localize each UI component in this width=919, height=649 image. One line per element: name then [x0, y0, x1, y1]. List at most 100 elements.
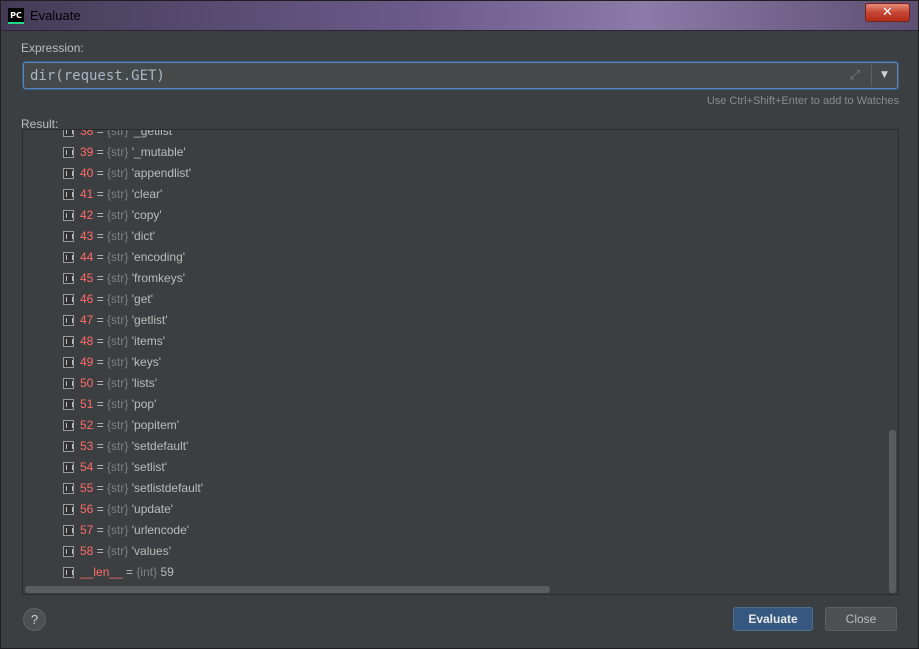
list-item-icon: [63, 357, 74, 368]
list-item-icon: [63, 210, 74, 221]
row-value: 'fromkeys': [131, 271, 186, 285]
title-bar[interactable]: PC Evaluate ✕: [1, 1, 918, 31]
row-type: {str}: [107, 376, 129, 390]
row-type: {str}: [107, 292, 129, 306]
row-type: {str}: [107, 313, 129, 327]
row-key: 45: [80, 271, 94, 285]
result-row-text: 54 = {str} 'setlist': [80, 460, 168, 474]
list-item-icon: [63, 315, 74, 326]
list-item-icon: [63, 483, 74, 494]
row-key: 53: [80, 439, 94, 453]
list-item-icon: [63, 252, 74, 263]
result-row[interactable]: 39 = {str} '_mutable': [23, 142, 883, 163]
window-title: Evaluate: [30, 8, 81, 23]
expression-input[interactable]: [30, 66, 830, 86]
row-type: {str}: [107, 523, 129, 537]
evaluate-button[interactable]: Evaluate: [733, 607, 813, 631]
result-row-text: 57 = {str} 'urlencode': [80, 523, 190, 537]
result-row[interactable]: 45 = {str} 'fromkeys': [23, 268, 883, 289]
list-item-icon: [63, 189, 74, 200]
expand-icon[interactable]: ⤢: [847, 68, 863, 84]
row-key: __len__: [80, 565, 123, 579]
row-value: 'lists': [131, 376, 157, 390]
result-row[interactable]: 38 = {str} '_getlist': [23, 129, 883, 142]
close-button[interactable]: Close: [825, 607, 897, 631]
result-row-text: 48 = {str} 'items': [80, 334, 166, 348]
row-key: 56: [80, 502, 94, 516]
row-value: 'clear': [131, 187, 163, 201]
result-row-text: 50 = {str} 'lists': [80, 376, 157, 390]
result-row[interactable]: 55 = {str} 'setlistdefault': [23, 478, 883, 499]
expression-field[interactable]: ⤢ ▼: [23, 62, 898, 89]
result-row-text: 38 = {str} '_getlist': [80, 129, 174, 142]
result-row-text: 47 = {str} 'getlist': [80, 313, 168, 327]
row-key: 39: [80, 145, 94, 159]
row-type: {str}: [107, 439, 129, 453]
result-row[interactable]: 41 = {str} 'clear': [23, 184, 883, 205]
result-row[interactable]: 54 = {str} 'setlist': [23, 457, 883, 478]
pycharm-app-icon: PC: [8, 8, 24, 24]
result-row[interactable]: 46 = {str} 'get': [23, 289, 883, 310]
result-row-text: 55 = {str} 'setlistdefault': [80, 481, 204, 495]
result-row[interactable]: 57 = {str} 'urlencode': [23, 520, 883, 541]
row-key: 55: [80, 481, 94, 495]
result-row[interactable]: 58 = {str} 'values': [23, 541, 883, 562]
result-row-text: 41 = {str} 'clear': [80, 187, 163, 201]
result-row-text: 51 = {str} 'pop': [80, 397, 157, 411]
history-dropdown-icon[interactable]: ▼: [872, 63, 897, 88]
result-row-text: 58 = {str} 'values': [80, 544, 172, 558]
vertical-scrollbar[interactable]: [889, 430, 896, 593]
row-value: 'appendlist': [131, 166, 192, 180]
result-row-text: 45 = {str} 'fromkeys': [80, 271, 186, 285]
result-row[interactable]: 49 = {str} 'keys': [23, 352, 883, 373]
result-tree[interactable]: 38 = {str} '_getlist' 39 = {str} '_mutabl…: [22, 129, 899, 595]
row-type: {str}: [107, 229, 129, 243]
result-row-text: 46 = {str} 'get': [80, 292, 154, 306]
row-type: {str}: [107, 544, 129, 558]
list-item-icon: [63, 168, 74, 179]
row-key: 57: [80, 523, 94, 537]
result-row[interactable]: 50 = {str} 'lists': [23, 373, 883, 394]
result-row[interactable]: 51 = {str} 'pop': [23, 394, 883, 415]
row-type: {str}: [107, 129, 129, 138]
result-row[interactable]: 52 = {str} 'popitem': [23, 415, 883, 436]
row-value: 'copy': [131, 208, 162, 222]
result-row[interactable]: 56 = {str} 'update': [23, 499, 883, 520]
result-row[interactable]: 44 = {str} 'encoding': [23, 247, 883, 268]
row-value: '_mutable': [131, 145, 186, 159]
row-type: {str}: [107, 187, 129, 201]
window-close-button[interactable]: ✕: [865, 3, 910, 22]
result-row[interactable]: __len__ = {int} 59: [23, 562, 883, 583]
horizontal-scrollbar[interactable]: [25, 586, 550, 593]
list-item-icon: [63, 525, 74, 536]
row-value: 'values': [131, 544, 172, 558]
result-row-text: 52 = {str} 'popitem': [80, 418, 180, 432]
result-row[interactable]: 48 = {str} 'items': [23, 331, 883, 352]
row-type: {str}: [107, 208, 129, 222]
row-value: 'pop': [131, 397, 157, 411]
row-key: 54: [80, 460, 94, 474]
help-button[interactable]: ?: [23, 608, 46, 631]
watches-hint: Use Ctrl+Shift+Enter to add to Watches: [706, 95, 899, 107]
row-value: 'getlist': [131, 313, 168, 327]
result-row-text: 42 = {str} 'copy': [80, 208, 162, 222]
result-row[interactable]: 43 = {str} 'dict': [23, 226, 883, 247]
row-type: {str}: [107, 460, 129, 474]
result-row-text: 53 = {str} 'setdefault': [80, 439, 189, 453]
result-row[interactable]: 40 = {str} 'appendlist': [23, 163, 883, 184]
result-row[interactable]: 47 = {str} 'getlist': [23, 310, 883, 331]
row-type: {int}: [136, 565, 158, 579]
result-row-text: 39 = {str} '_mutable': [80, 145, 186, 159]
row-key: 51: [80, 397, 94, 411]
list-item-icon: [63, 130, 74, 137]
result-row-text: 49 = {str} 'keys': [80, 355, 162, 369]
row-type: {str}: [107, 334, 129, 348]
row-value: 'items': [131, 334, 166, 348]
result-row-text: __len__ = {int} 59: [80, 565, 174, 579]
row-key: 43: [80, 229, 94, 243]
row-type: {str}: [107, 355, 129, 369]
row-key: 38: [80, 129, 94, 138]
list-item-icon: [63, 504, 74, 515]
result-row[interactable]: 53 = {str} 'setdefault': [23, 436, 883, 457]
result-row[interactable]: 42 = {str} 'copy': [23, 205, 883, 226]
